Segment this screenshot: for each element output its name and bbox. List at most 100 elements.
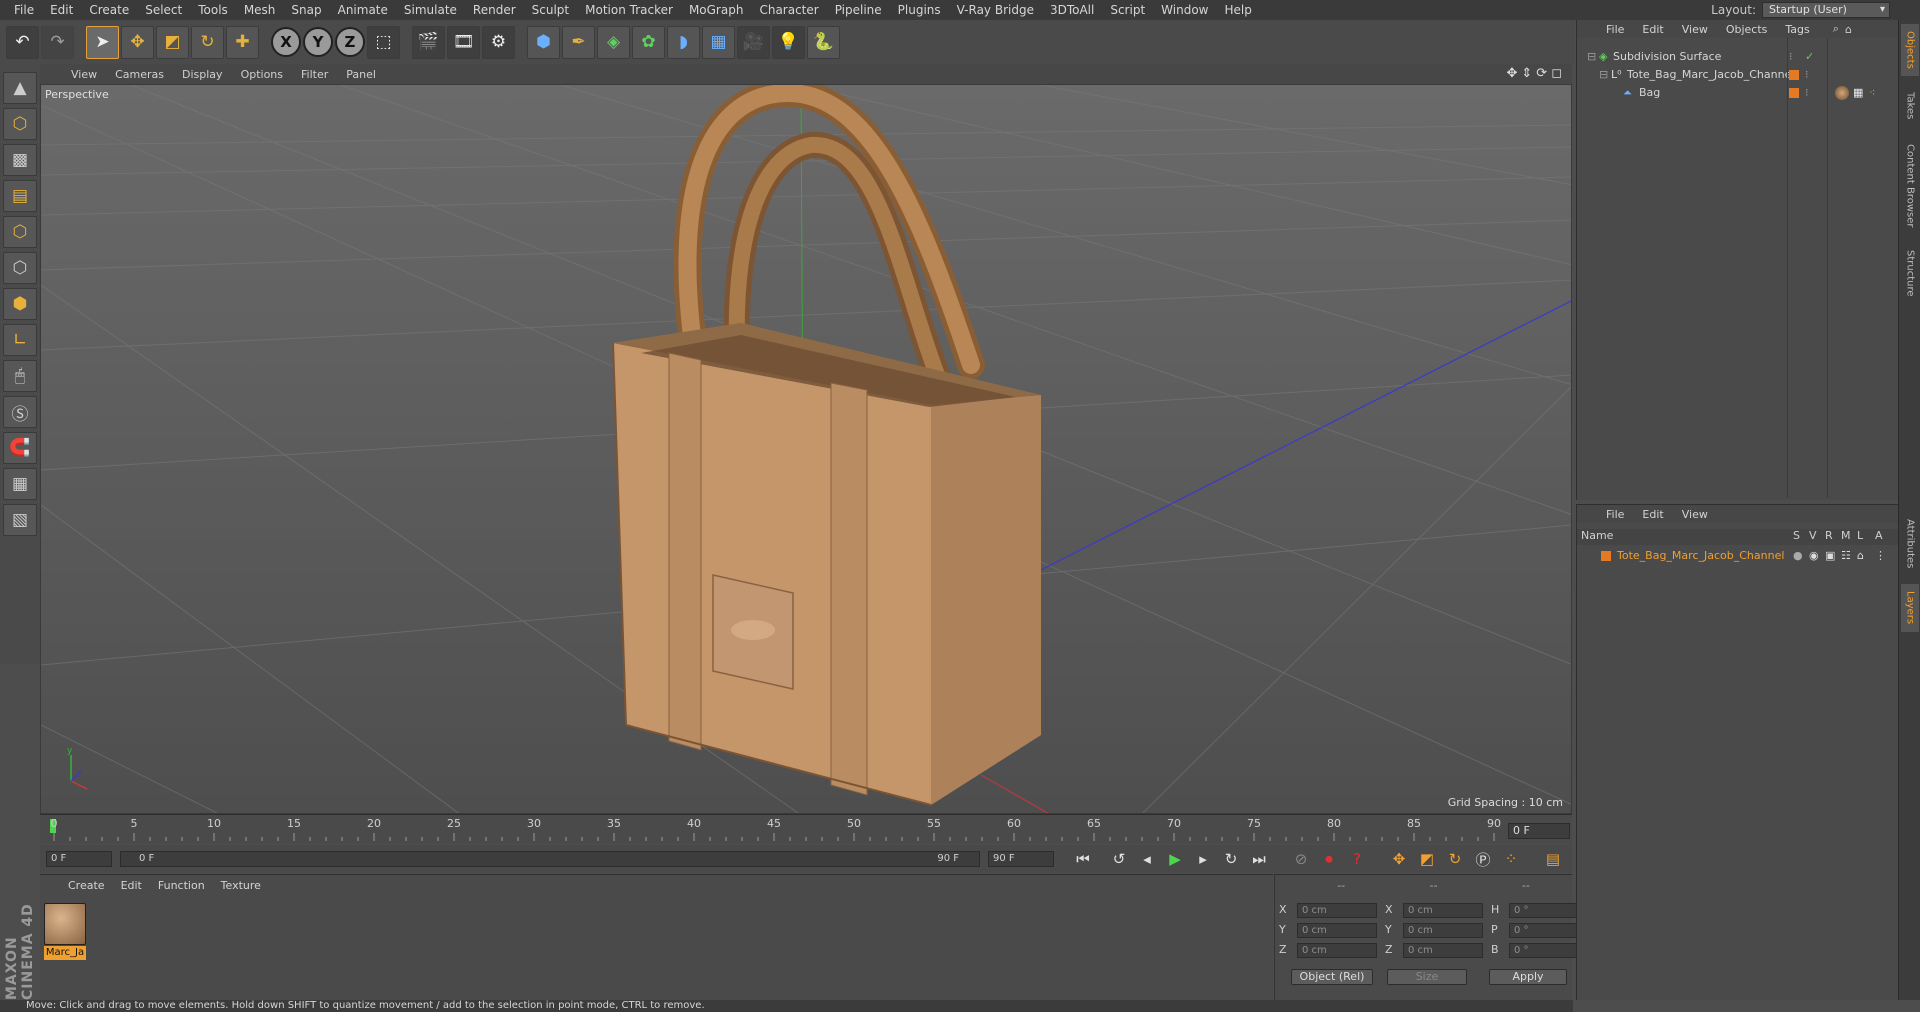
texture-tag-icon[interactable]: ▦ <box>1853 84 1863 102</box>
object-row-bag[interactable]: ⏶ Bag ⁝ ▦ ⁖ <box>1577 84 1899 102</box>
enabled-check-icon[interactable]: ✓ <box>1805 48 1814 66</box>
menu-render[interactable]: Render <box>465 0 524 20</box>
x-axis-lock-icon[interactable]: X <box>271 27 301 57</box>
coord-mode-dropdown[interactable]: Object (Rel) <box>1291 969 1373 985</box>
polygons-mode-icon[interactable]: ⬢ <box>3 288 37 320</box>
texture-mode-icon[interactable]: ▩ <box>3 144 37 176</box>
end-frame-field[interactable]: 90 F <box>988 851 1054 867</box>
live-selection-icon[interactable]: ✚ <box>226 25 259 59</box>
make-editable-icon[interactable]: ▲ <box>3 72 37 104</box>
menu-vray-bridge[interactable]: V-Ray Bridge <box>949 0 1042 20</box>
tab-structure[interactable]: Structure <box>1901 242 1919 304</box>
pan-icon[interactable]: ✥ <box>1506 66 1517 81</box>
light-icon[interactable]: 💡 <box>772 25 805 59</box>
menu-character[interactable]: Character <box>751 0 826 20</box>
cube-primitive-icon[interactable]: ⬢ <box>527 25 560 59</box>
viewport-menu-cameras[interactable]: Cameras <box>106 68 173 81</box>
mograph-cloner-icon[interactable]: ✿ <box>632 25 665 59</box>
menu-3dtoall[interactable]: 3DToAll <box>1042 0 1102 20</box>
render-view-icon[interactable]: 🎬 <box>412 25 445 59</box>
om-menu-edit[interactable]: Edit <box>1633 23 1672 36</box>
manager-icon[interactable]: ☷ <box>1841 547 1851 565</box>
menu-file[interactable]: File <box>6 0 42 20</box>
previous-frame-icon[interactable]: ◂ <box>1134 847 1160 871</box>
perspective-viewport[interactable]: y Perspective Grid Spacing : 10 cm <box>40 84 1572 814</box>
layout-select[interactable]: Startup (User) <box>1762 2 1890 18</box>
orbit-icon[interactable]: ⟳ <box>1536 66 1547 81</box>
motion-record-icon[interactable]: ⊘ <box>1288 847 1314 871</box>
record-keys-icon[interactable]: ⏺ <box>1316 847 1342 871</box>
material-menu-create[interactable]: Create <box>60 879 113 892</box>
coord-size-y-field[interactable]: 0 cm <box>1403 923 1483 938</box>
tote-bag-model[interactable] <box>612 85 1041 814</box>
animation-icon[interactable]: ⋮ <box>1875 547 1886 565</box>
y-axis-lock-icon[interactable]: Y <box>303 27 333 57</box>
visibility-dots-icon[interactable]: ⁝ <box>1789 48 1793 66</box>
menu-mesh[interactable]: Mesh <box>236 0 284 20</box>
current-frame-field[interactable]: 0 F <box>1508 823 1570 839</box>
key-parameter-icon[interactable]: Ⓟ <box>1470 847 1496 871</box>
menu-sculpt[interactable]: Sculpt <box>524 0 577 20</box>
tweak-mode-icon[interactable]: 🖱 <box>3 360 37 392</box>
coord-position-z-field[interactable]: 0 cm <box>1297 943 1377 958</box>
material-menu-function[interactable]: Function <box>150 879 213 892</box>
material-name[interactable]: Marc_Ja <box>44 946 86 960</box>
object-name[interactable]: Subdivision Surface <box>1613 48 1721 66</box>
python-icon[interactable]: 🐍 <box>807 25 840 59</box>
coord-size-x-field[interactable]: 0 cm <box>1403 903 1483 918</box>
timeline-window-icon[interactable]: ▤ <box>1540 847 1566 871</box>
key-rotation-icon[interactable]: ↻ <box>1442 847 1468 871</box>
layer-color-icon[interactable] <box>1601 551 1611 561</box>
object-name[interactable]: Bag <box>1639 84 1660 102</box>
go-to-start-icon[interactable]: ⏮ <box>1070 847 1096 871</box>
menu-snap[interactable]: Snap <box>283 0 329 20</box>
lm-menu-view[interactable]: View <box>1673 508 1717 521</box>
pen-spline-icon[interactable]: ✒ <box>562 25 595 59</box>
visibility-dots-icon[interactable]: ⁝ <box>1805 84 1809 102</box>
coord-position-x-field[interactable]: 0 cm <box>1297 903 1377 918</box>
layer-row[interactable]: Tote_Bag_Marc_Jacob_Channel ● ◉ ▣ ☷ ⌂ ⋮ <box>1577 547 1899 565</box>
menu-animate[interactable]: Animate <box>330 0 396 20</box>
menu-script[interactable]: Script <box>1102 0 1153 20</box>
phong-tag-icon[interactable]: ⁖ <box>1869 84 1875 102</box>
viewport-menu-display[interactable]: Display <box>173 68 232 81</box>
maximize-view-icon[interactable]: ◻ <box>1551 66 1562 81</box>
coordinate-system-icon[interactable]: ⬚ <box>367 25 400 59</box>
tab-layers[interactable]: Layers <box>1901 584 1919 632</box>
viewport-menu-view[interactable]: View <box>62 68 106 81</box>
go-to-end-icon[interactable]: ⏭ <box>1246 847 1272 871</box>
tab-takes[interactable]: Takes <box>1901 82 1919 130</box>
key-scale-icon[interactable]: ◩ <box>1414 847 1440 871</box>
workplane-mode-icon[interactable]: ▤ <box>3 180 37 212</box>
material-thumbnail[interactable] <box>44 903 86 945</box>
om-menu-file[interactable]: File <box>1597 23 1633 36</box>
floor-environment-icon[interactable]: ▦ <box>702 25 735 59</box>
coord-size-z-field[interactable]: 0 cm <box>1403 943 1483 958</box>
camera-icon[interactable]: 🎥 <box>737 25 770 59</box>
solo-icon[interactable]: ● <box>1793 547 1803 565</box>
menu-create[interactable]: Create <box>81 0 137 20</box>
menu-simulate[interactable]: Simulate <box>396 0 465 20</box>
expand-icon[interactable]: ⊟ <box>1587 48 1596 66</box>
menu-edit[interactable]: Edit <box>42 0 81 20</box>
rotate-tool-icon[interactable]: ↻ <box>191 25 224 59</box>
menu-motion-tracker[interactable]: Motion Tracker <box>577 0 681 20</box>
om-menu-view[interactable]: View <box>1673 23 1717 36</box>
viewport-menu-panel[interactable]: Panel <box>337 68 385 81</box>
select-arrow-icon[interactable]: ➤ <box>86 25 119 59</box>
redo-icon[interactable]: ↷ <box>41 25 74 59</box>
menu-mograph[interactable]: MoGraph <box>681 0 752 20</box>
om-menu-objects[interactable]: Objects <box>1717 23 1777 36</box>
tab-objects[interactable]: Objects <box>1901 24 1919 76</box>
next-key-icon[interactable]: ↻ <box>1218 847 1244 871</box>
lock-icon[interactable]: ⌂ <box>1857 547 1864 565</box>
lm-menu-file[interactable]: File <box>1597 508 1633 521</box>
om-search-icon[interactable]: ⌕ <box>1833 22 1839 36</box>
previous-key-icon[interactable]: ↺ <box>1106 847 1132 871</box>
subdivision-generator-icon[interactable]: ◈ <box>597 25 630 59</box>
render-picture-viewer-icon[interactable]: 🎞 <box>447 25 480 59</box>
material-tag-icon[interactable] <box>1835 86 1849 100</box>
om-menu-tags[interactable]: Tags <box>1776 23 1818 36</box>
coord-position-y-field[interactable]: 0 cm <box>1297 923 1377 938</box>
layer-name[interactable]: Tote_Bag_Marc_Jacob_Channel <box>1617 547 1784 565</box>
